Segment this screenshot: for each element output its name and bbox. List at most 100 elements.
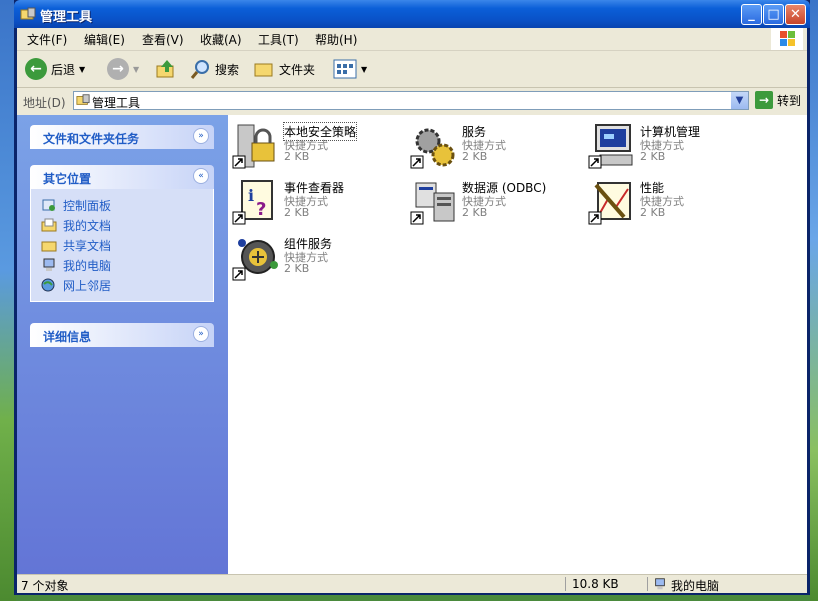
back-button[interactable]: ← 后退 ▼ [25,57,85,81]
folders-label: 文件夹 [279,62,316,77]
panel-header-other-places[interactable]: 其它位置 « [30,165,214,189]
panel-body-other-places: 控制面板 我的文档 共享文档 我的电脑 网上邻居 [30,189,214,302]
address-value: 管理工具 [92,96,141,110]
component-services-icon [232,239,278,281]
menu-favorites[interactable]: 收藏(A) [200,31,242,48]
shared-folder-icon [41,241,57,252]
go-button[interactable]: → 转到 [755,91,801,109]
services-gears-icon [410,128,455,169]
expand-icon[interactable]: » [193,326,209,342]
title-bar[interactable]: 管理工具 _ □ ✕ [14,0,810,28]
address-input[interactable]: 管理工具 ▼ [73,91,749,110]
file-view: 本地安全策略 快捷方式 2 KB 服务 快捷方式 2 KB 计算机管理 快捷方式… [228,115,807,574]
menu-view[interactable]: 查看(V) [142,31,184,48]
go-arrow-icon: → [755,91,773,109]
performance-icon [588,182,631,225]
search-icon [190,60,209,79]
panel-header-details[interactable]: 详细信息 » [30,323,214,347]
status-divider [565,577,566,591]
panel-title-details: 详细信息 [43,330,92,344]
network-places-icon [41,278,55,292]
link-label: 控制面板 [63,198,112,213]
link-control-panel[interactable]: 控制面板 [41,195,213,215]
minimize-button[interactable]: _ [741,4,762,25]
maximize-button[interactable]: □ [763,4,784,25]
folder-tools-icon [76,94,90,105]
link-label: 网上邻居 [63,278,112,293]
folders-icon [254,63,273,77]
item-size: 2 KB [462,206,488,219]
folders-button[interactable]: 文件夹 [253,57,315,81]
data-sources-icon [410,182,455,225]
link-label: 我的电脑 [63,258,112,273]
desktop-background-right [810,0,818,601]
status-object-count: 7 个对象 [21,579,69,593]
panel-details: 详细信息 » [30,323,214,347]
link-my-computer[interactable]: 我的电脑 [41,255,213,275]
svg-text:?: ? [256,199,266,220]
security-lock-icon [232,124,275,169]
back-arrow-icon: ← [25,58,47,80]
panel-other-places: 其它位置 « 控制面板 我的文档 共享文档 我的电脑 网上邻居 [30,165,214,302]
link-my-documents[interactable]: 我的文档 [41,215,213,235]
collapse-icon[interactable]: « [193,168,209,184]
up-button[interactable] [155,57,177,81]
menu-tools[interactable]: 工具(T) [258,31,299,48]
shortcut-component-services[interactable]: 组件服务 快捷方式 2 KB [232,235,408,287]
menu-help[interactable]: 帮助(H) [315,31,357,48]
item-size: 2 KB [284,206,310,219]
status-divider [647,577,648,591]
menu-file[interactable]: 文件(F) [27,31,67,48]
shortcut-local-security-policy[interactable]: 本地安全策略 快捷方式 2 KB [232,122,408,175]
toolbar: ← 后退 ▼ → ▼ 搜索 文件夹 ▼ [17,51,807,88]
link-shared-documents[interactable]: 共享文档 [41,235,213,255]
my-computer-icon [43,258,55,271]
shortcut-performance[interactable]: 性能 快捷方式 2 KB [588,179,764,231]
link-label: 共享文档 [63,238,112,253]
address-dropdown-icon[interactable]: ▼ [731,92,748,109]
forward-arrow-icon: → [107,58,129,80]
link-label: 我的文档 [63,218,112,233]
folder-tools-icon [20,7,36,20]
task-pane: 文件和文件夹任务 » 其它位置 « 控制面板 我的文档 共享文档 我的电脑 网上… [17,115,228,574]
window-title: 管理工具 [40,10,93,25]
menu-bar: 文件(F) 编辑(E) 查看(V) 收藏(A) 工具(T) 帮助(H) [17,28,807,51]
forward-dropdown-icon[interactable]: ▼ [133,65,139,74]
expand-icon[interactable]: » [193,128,209,144]
back-label: 后退 [51,62,76,77]
menu-edit[interactable]: 编辑(E) [84,31,125,48]
panel-title-file-tasks: 文件和文件夹任务 [43,132,140,146]
views-icon [333,59,357,79]
my-documents-icon [41,218,57,232]
status-size: 10.8 KB [572,577,619,591]
status-bar: 7 个对象 10.8 KB 我的电脑 [17,574,807,593]
item-size: 2 KB [284,150,310,163]
windows-logo-icon [771,28,803,50]
search-label: 搜索 [215,62,240,77]
item-size: 2 KB [640,206,666,219]
panel-title-other-places: 其它位置 [43,172,92,186]
go-label: 转到 [777,93,802,108]
item-size: 2 KB [462,150,488,163]
panel-file-tasks: 文件和文件夹任务 » [30,125,214,149]
svg-text:i: i [248,186,254,205]
computer-management-icon [588,124,633,169]
close-button[interactable]: ✕ [785,4,806,25]
item-size: 2 KB [640,150,666,163]
shortcut-event-viewer[interactable]: i? 事件查看器 快捷方式 2 KB [232,179,408,231]
shortcut-services[interactable]: 服务 快捷方式 2 KB [410,123,586,175]
panel-header-file-tasks[interactable]: 文件和文件夹任务 » [30,125,214,149]
back-dropdown-icon[interactable]: ▼ [79,65,85,74]
control-panel-icon [42,199,55,211]
shortcut-computer-management[interactable]: 计算机管理 快捷方式 2 KB [588,123,764,175]
address-label: 地址(D) [23,96,66,110]
search-button[interactable]: 搜索 [189,57,239,81]
forward-button[interactable]: → ▼ [107,57,139,81]
address-bar: 地址(D) 管理工具 ▼ → 转到 [17,89,807,113]
event-viewer-icon: i? [232,180,273,225]
link-network-places[interactable]: 网上邻居 [41,275,213,295]
explorer-window: 管理工具 _ □ ✕ 文件(F) 编辑(E) 查看(V) 收藏(A) 工具(T)… [14,0,810,595]
views-button[interactable]: ▼ [333,57,367,81]
shortcut-data-sources-odbc[interactable]: 数据源 (ODBC) 快捷方式 2 KB [410,179,586,231]
folder-up-icon [156,60,174,78]
